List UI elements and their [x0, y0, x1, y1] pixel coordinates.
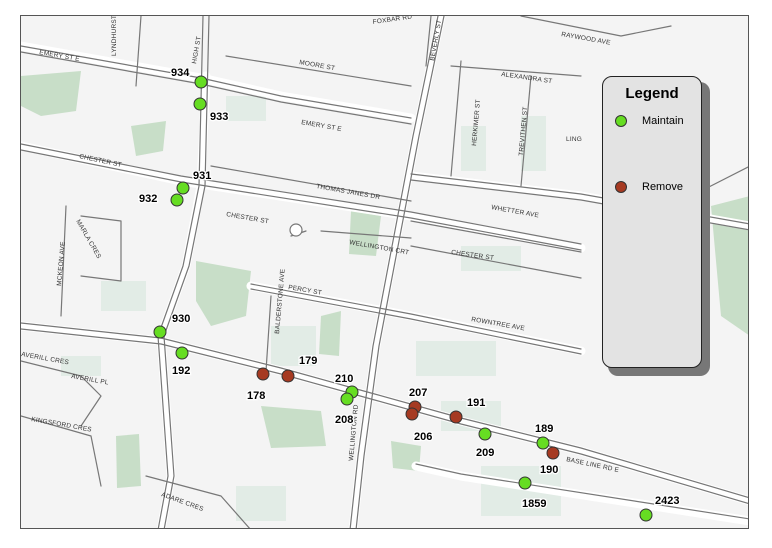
park-area — [261, 406, 326, 448]
street-label: LYNDHURST PL — [111, 16, 118, 56]
tree-marker-label: 932 — [139, 193, 157, 205]
park-area — [319, 311, 341, 356]
legend-label-remove: Remove — [642, 181, 683, 193]
street-label: MARLA CRES — [74, 219, 102, 261]
tree-marker-label: 190 — [540, 464, 558, 476]
cul-de-sac — [289, 223, 303, 237]
tree-marker-maintain[interactable] — [340, 392, 354, 406]
street-label: LING — [566, 136, 582, 143]
street-label: AVERILL CRES — [21, 351, 70, 366]
tree-marker-label: 208 — [335, 414, 353, 426]
tree-marker-maintain[interactable] — [193, 97, 207, 111]
street-label: HIGH ST — [191, 36, 203, 65]
tree-marker-label: 191 — [467, 397, 485, 409]
tree-marker-remove[interactable] — [546, 446, 560, 460]
building — [236, 486, 286, 521]
tree-marker-label: 931 — [193, 170, 211, 182]
tree-marker-label: 179 — [299, 355, 317, 367]
building — [101, 281, 146, 311]
road-lyndhurst — [135, 16, 142, 87]
map-frame[interactable]: FOXBAR RD RAYWOOD AVE EMERY ST E LYNDHURST … — [20, 15, 749, 529]
road-balderstone — [265, 295, 272, 372]
road-raywood — [520, 16, 672, 37]
tree-marker-remove[interactable] — [256, 367, 270, 381]
park-area — [21, 71, 81, 116]
street-label: WHETTER AVE — [491, 204, 540, 219]
road-moore-st — [225, 55, 412, 87]
tree-marker-maintain[interactable] — [153, 325, 167, 339]
legend-item-remove: Remove — [615, 179, 683, 195]
tree-marker-maintain[interactable] — [478, 427, 492, 441]
tree-marker-remove[interactable] — [449, 410, 463, 424]
tree-marker-label: 209 — [476, 447, 494, 459]
building — [416, 341, 496, 376]
road-marla — [80, 215, 122, 282]
legend-title: Legend — [625, 85, 679, 102]
tree-marker-maintain[interactable] — [194, 75, 208, 89]
tree-marker-maintain[interactable] — [176, 181, 190, 195]
legend-item-maintain: Maintain — [615, 113, 684, 129]
legend-panel: Legend Maintain Remove — [602, 76, 702, 368]
tree-marker-maintain[interactable] — [170, 193, 184, 207]
street-label: KINGSFORD CRES — [31, 416, 93, 434]
tree-marker-label: 207 — [409, 387, 427, 399]
street-label: CHESTER ST — [226, 211, 270, 225]
tree-marker-label: 934 — [171, 67, 190, 79]
tree-marker-label: 1859 — [522, 498, 546, 510]
street-label: MCKEON AVE — [56, 241, 67, 286]
tree-marker-label: 930 — [172, 313, 190, 325]
tree-marker-maintain[interactable] — [518, 476, 532, 490]
legend-label-maintain: Maintain — [642, 115, 684, 127]
tree-marker-maintain[interactable] — [175, 346, 189, 360]
tree-marker-maintain[interactable] — [536, 436, 550, 450]
maintain-dot-icon — [615, 115, 627, 127]
tree-marker-remove[interactable] — [281, 369, 295, 383]
street-label: FOXBAR RD — [372, 16, 412, 26]
building — [226, 96, 266, 121]
street-label: BALDERSTONE AVE — [274, 268, 287, 334]
street-label: EMERY ST E — [301, 119, 343, 133]
tree-marker-maintain[interactable] — [639, 508, 653, 522]
tree-marker-label: 933 — [210, 111, 228, 123]
tree-marker-label: 206 — [414, 431, 432, 443]
park-area — [116, 434, 141, 488]
tree-marker-remove[interactable] — [405, 407, 419, 421]
tree-marker-label: 2423 — [655, 495, 679, 507]
tree-marker-label: 178 — [247, 390, 265, 402]
park-area — [131, 121, 166, 156]
tree-marker-label: 192 — [172, 365, 190, 377]
street-label: RAYWOOD AVE — [561, 31, 612, 47]
tree-marker-label: 210 — [335, 373, 353, 385]
street-label: BEVERLY ST — [429, 19, 443, 61]
road-herkimer — [450, 60, 462, 177]
tree-marker-label: 189 — [535, 423, 553, 435]
remove-dot-icon — [615, 181, 627, 193]
park-area — [196, 261, 251, 326]
